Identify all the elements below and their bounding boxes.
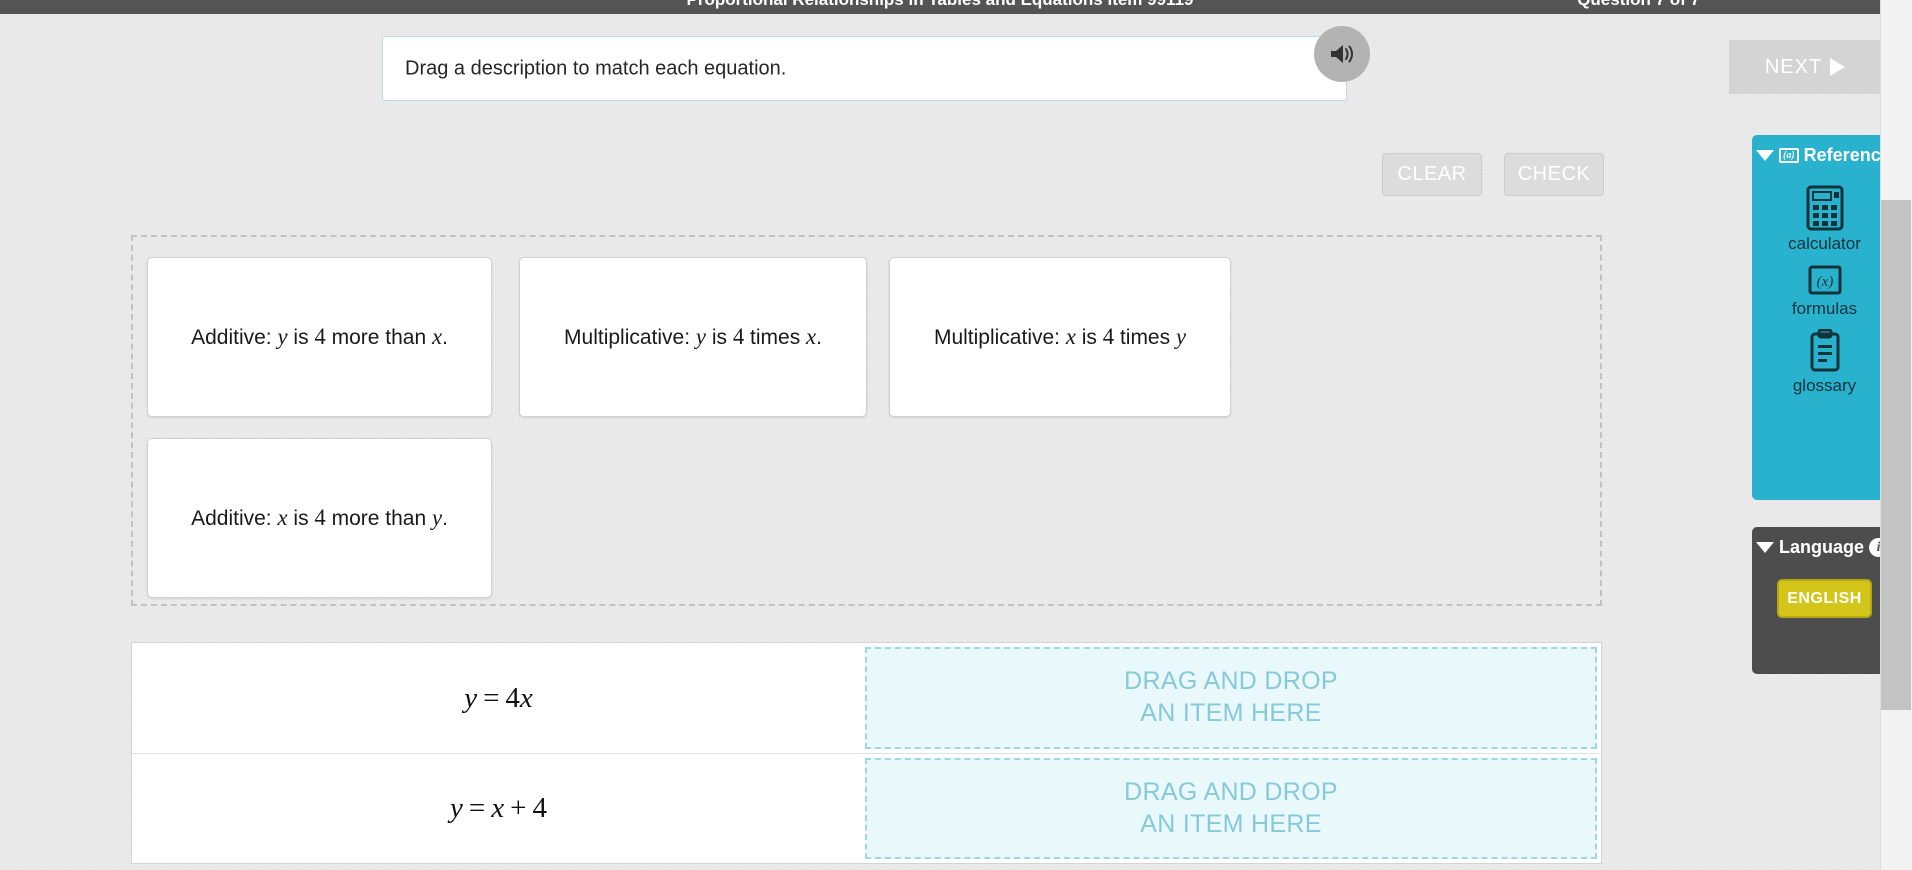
tile-label: Additive: y is 4 more than x. (191, 324, 448, 349)
language-panel: Language i ENGLISH (1752, 527, 1897, 674)
equation-cell: y = x +4 (450, 792, 547, 824)
reference-item-calculator[interactable]: calculator (1752, 185, 1897, 254)
question-counter: Question 7 of 7 (1577, 0, 1700, 14)
instruction-text: Drag a description to match each equatio… (405, 57, 787, 79)
dropzone-line-1: DRAG AND DROP (1124, 777, 1338, 806)
reference-badge-icon: (a) (1779, 147, 1799, 163)
vertical-scrollbar-track[interactable] (1880, 0, 1912, 870)
page-root: Proportional Relationships in Tables and… (0, 0, 1912, 870)
formulas-icon: (x) (1804, 264, 1846, 296)
reference-item-glossary[interactable]: glossary (1752, 329, 1897, 396)
reference-panel-header[interactable]: (a) Reference (1752, 135, 1897, 175)
vertical-scrollbar-thumb[interactable] (1881, 200, 1911, 710)
caret-down-icon (1756, 541, 1774, 553)
match-table: y = 4 x DRAG AND DROP AN ITEM HERE y = x +4 DR… (131, 642, 1602, 864)
next-button[interactable]: NEXT (1729, 40, 1881, 94)
language-select-english[interactable]: ENGLISH (1777, 579, 1872, 618)
clipboard-glossary-icon (1806, 329, 1844, 373)
language-panel-title: Language (1779, 536, 1865, 557)
play-triangle-icon (1830, 58, 1846, 76)
tile-label: Additive: x is 4 more than y. (191, 505, 448, 530)
svg-text:(x): (x) (1816, 274, 1833, 290)
tile-label: Multiplicative: y is 4 times x. (564, 324, 822, 349)
reference-panel: (a) Reference calculator (x) formulas gl… (1752, 135, 1897, 500)
reference-item-label: glossary (1792, 376, 1857, 395)
speaker-icon[interactable] (1314, 26, 1370, 82)
instruction-panel: Drag a description to match each equatio… (382, 36, 1347, 101)
tile-label: Multiplicative: x is 4 times y (933, 324, 1187, 349)
check-button[interactable]: CHECK (1504, 153, 1604, 196)
caret-down-icon (1756, 149, 1774, 161)
reference-item-label: calculator (1788, 234, 1861, 253)
next-button-label: NEXT (1764, 55, 1823, 78)
title-bar: Proportional Relationships in Tables and… (0, 0, 1880, 14)
drag-source-area: Additive: y is 4 more than x. Multiplica… (131, 235, 1602, 606)
draggable-tile[interactable]: Additive: y is 4 more than x. (147, 257, 492, 417)
reference-item-formulas[interactable]: (x) formulas (1752, 264, 1897, 319)
table-row: y = x +4 DRAG AND DROP AN ITEM HERE (132, 753, 1601, 863)
draggable-tile[interactable]: Multiplicative: x is 4 times y (889, 257, 1231, 417)
dropzone[interactable]: DRAG AND DROP AN ITEM HERE (865, 758, 1597, 859)
draggable-tile[interactable]: Multiplicative: y is 4 times x. (519, 257, 867, 417)
reference-item-label: formulas (1791, 299, 1858, 318)
clear-button[interactable]: CLEAR (1382, 153, 1482, 196)
dropzone[interactable]: DRAG AND DROP AN ITEM HERE (865, 647, 1597, 749)
equation-cell: y = 4 x (464, 681, 533, 714)
calculator-icon (1805, 185, 1845, 231)
table-row: y = 4 x DRAG AND DROP AN ITEM HERE (132, 643, 1601, 753)
reference-panel-title: Reference (1803, 144, 1891, 165)
language-panel-header[interactable]: Language i (1752, 527, 1897, 567)
dropzone-line-1: DRAG AND DROP (1124, 667, 1338, 696)
draggable-tile[interactable]: Additive: x is 4 more than y. (147, 438, 492, 598)
dropzone-line-2: AN ITEM HERE (1140, 809, 1322, 838)
dropzone-line-2: AN ITEM HERE (1140, 699, 1322, 727)
